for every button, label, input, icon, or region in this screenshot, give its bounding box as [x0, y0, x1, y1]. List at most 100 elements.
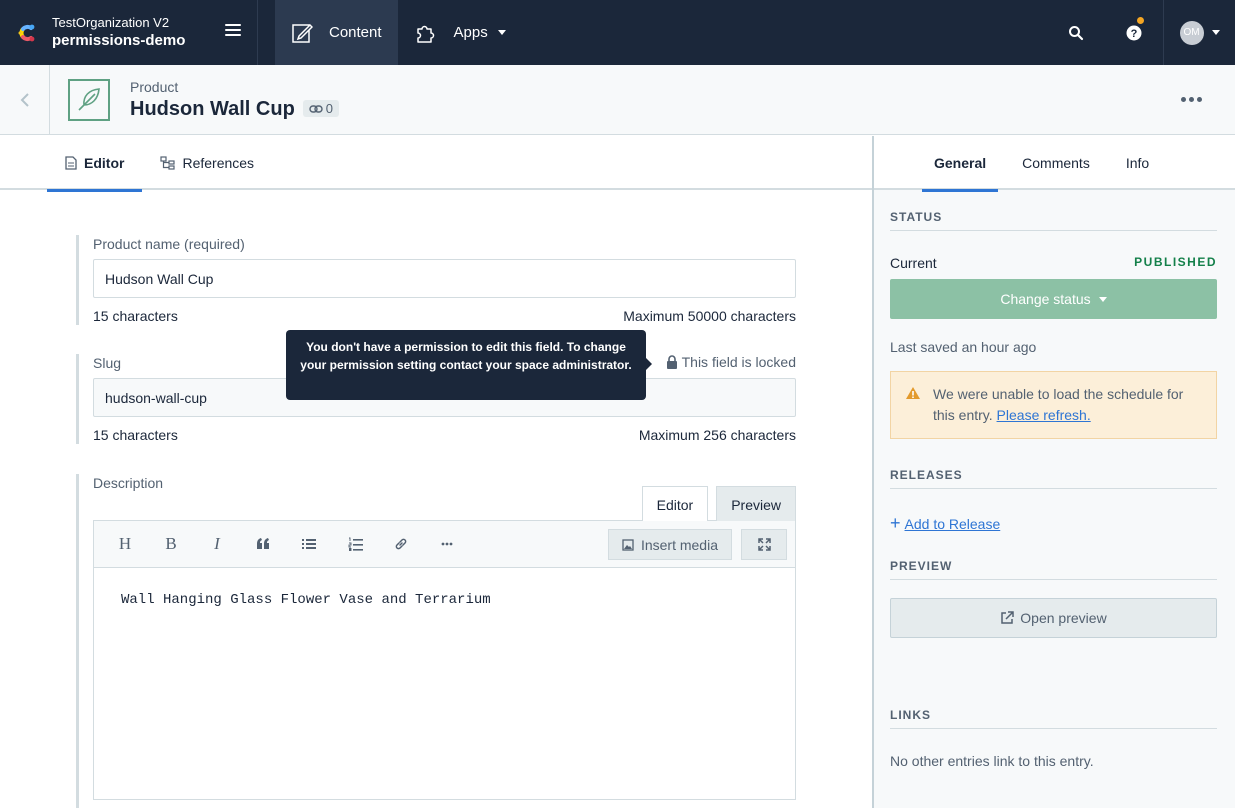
tab-general[interactable]: General [922, 136, 999, 192]
no-links-text: No other entries link to this entry. [890, 753, 1094, 769]
tab-references[interactable]: References [142, 136, 272, 190]
chevron-left-icon [20, 92, 29, 107]
max-chars: Maximum 50000 characters [623, 308, 796, 324]
nav-content[interactable]: Content [275, 0, 398, 65]
tab-info[interactable]: Info [1114, 136, 1161, 190]
numbered-list-icon [348, 537, 363, 551]
search-button[interactable] [1047, 0, 1105, 65]
bulleted-list-icon [302, 539, 316, 549]
locked-text: This field is locked [681, 354, 796, 370]
image-icon [622, 538, 634, 551]
field-label: Product name (required) [93, 236, 245, 252]
description-textarea[interactable]: Wall Hanging Glass Flower Vase and Terra… [94, 568, 795, 632]
lock-icon [666, 355, 677, 369]
space-name: permissions-demo [52, 31, 186, 49]
description-field: Description Editor Preview H B I Insert … [76, 474, 796, 808]
link-icon [309, 104, 323, 113]
max-chars: Maximum 256 characters [638, 427, 796, 443]
preview-section: PREVIEW Open preview [890, 559, 1217, 638]
chevron-down-icon [1211, 30, 1220, 35]
top-navbar: TestOrganization V2 permissions-demo Con… [0, 0, 1235, 65]
nav-content-label: Content [329, 24, 382, 41]
org-name: TestOrganization V2 [52, 14, 170, 30]
status-badge: PUBLISHED [1134, 255, 1217, 269]
menu-icon[interactable] [225, 24, 241, 38]
insert-media-label: Insert media [640, 536, 718, 553]
contentful-logo-icon [18, 24, 35, 41]
links-section: LINKS No other entries link to this entr… [890, 708, 1217, 769]
markdown-toolbar: H B I Insert media [94, 521, 795, 568]
last-saved-text: Last saved an hour ago [890, 339, 1037, 355]
feather-icon [78, 87, 100, 111]
link-button[interactable] [378, 528, 424, 560]
bold-button[interactable]: B [148, 528, 194, 560]
numbered-list-button[interactable] [332, 528, 378, 560]
bulleted-list-button[interactable] [286, 528, 332, 560]
sidebar-tabs: General Comments Info [874, 136, 1235, 192]
open-preview-label: Open preview [1020, 610, 1107, 626]
account-menu[interactable]: OM [1163, 0, 1235, 65]
svg-text:?: ? [1131, 28, 1138, 40]
more-formatting-button[interactable] [424, 528, 470, 560]
notification-dot [1137, 17, 1144, 24]
product-name-input[interactable]: Hudson Wall Cup [93, 259, 796, 298]
entry-title: Hudson Wall Cup [130, 97, 295, 120]
links-heading: LINKS [890, 708, 1217, 729]
add-to-release-label: Add to Release [904, 515, 1001, 532]
open-preview-button[interactable]: Open preview [890, 598, 1217, 638]
references-badge[interactable]: 0 [302, 100, 340, 117]
tab-editor[interactable]: Editor [47, 136, 143, 192]
entry-type-icon [68, 78, 110, 121]
content-type-label: Product [130, 78, 179, 95]
markdown-editor-mode-button[interactable]: Editor [641, 486, 709, 522]
content-icon [292, 23, 313, 43]
change-status-label: Change status [1000, 291, 1091, 307]
avatar: OM [1179, 20, 1204, 45]
fullscreen-button[interactable] [741, 529, 787, 560]
entry-header: Product Hudson Wall Cup 0 [0, 64, 1235, 135]
releases-heading: RELEASES [890, 468, 1217, 489]
help-icon: ? [1126, 25, 1142, 40]
releases-section: RELEASES + Add to Release [890, 468, 1217, 534]
chevron-down-icon [1098, 296, 1107, 302]
space-switcher[interactable]: TestOrganization V2 permissions-demo [0, 0, 258, 65]
markdown-preview-mode-button[interactable]: Preview [716, 486, 796, 522]
quote-button[interactable] [240, 528, 286, 560]
add-to-release-link[interactable]: + Add to Release [890, 513, 1217, 534]
help-button[interactable]: ? [1105, 0, 1163, 65]
quote-icon [257, 538, 269, 549]
char-count: 15 characters [93, 308, 178, 324]
document-icon [65, 156, 77, 170]
link-icon [395, 538, 407, 550]
insert-media-button[interactable]: Insert media [607, 529, 732, 560]
expand-icon [757, 538, 771, 551]
entry-sidebar: General Comments Info STATUS Current PUB… [872, 136, 1235, 808]
back-button[interactable] [0, 64, 50, 135]
markdown-editor: H B I Insert media Wall Hanging Glass Fl… [93, 520, 796, 800]
external-link-icon [1001, 611, 1015, 624]
puzzle-icon [416, 25, 434, 43]
tab-editor-label: Editor [84, 155, 125, 171]
search-icon [1069, 25, 1084, 40]
plus-icon: + [890, 513, 901, 533]
warning-icon [906, 387, 920, 399]
locked-indicator[interactable]: This field is locked [666, 354, 796, 370]
more-actions-icon[interactable] [1181, 97, 1202, 102]
more-icon [441, 542, 453, 546]
status-section: STATUS Current PUBLISHED Change status L… [890, 210, 1217, 439]
chevron-down-icon [497, 30, 506, 35]
schedule-warning: We were unable to load the schedule for … [890, 371, 1217, 439]
change-status-button[interactable]: Change status [890, 279, 1217, 319]
reference-count: 0 [325, 101, 334, 116]
editor-tabs: Editor References [0, 136, 872, 192]
preview-heading: PREVIEW [890, 559, 1217, 580]
permission-tooltip: You don't have a permission to edit this… [286, 330, 652, 400]
tab-references-label: References [182, 155, 255, 171]
heading-button[interactable]: H [102, 528, 148, 560]
product-name-field: Product name (required) Hudson Wall Cup … [76, 235, 796, 325]
tab-comments[interactable]: Comments [1010, 136, 1102, 190]
nav-apps[interactable]: Apps [398, 0, 522, 65]
refresh-link[interactable]: Please refresh. [997, 407, 1091, 423]
italic-button[interactable]: I [194, 528, 240, 560]
char-count: 15 characters [93, 427, 178, 443]
